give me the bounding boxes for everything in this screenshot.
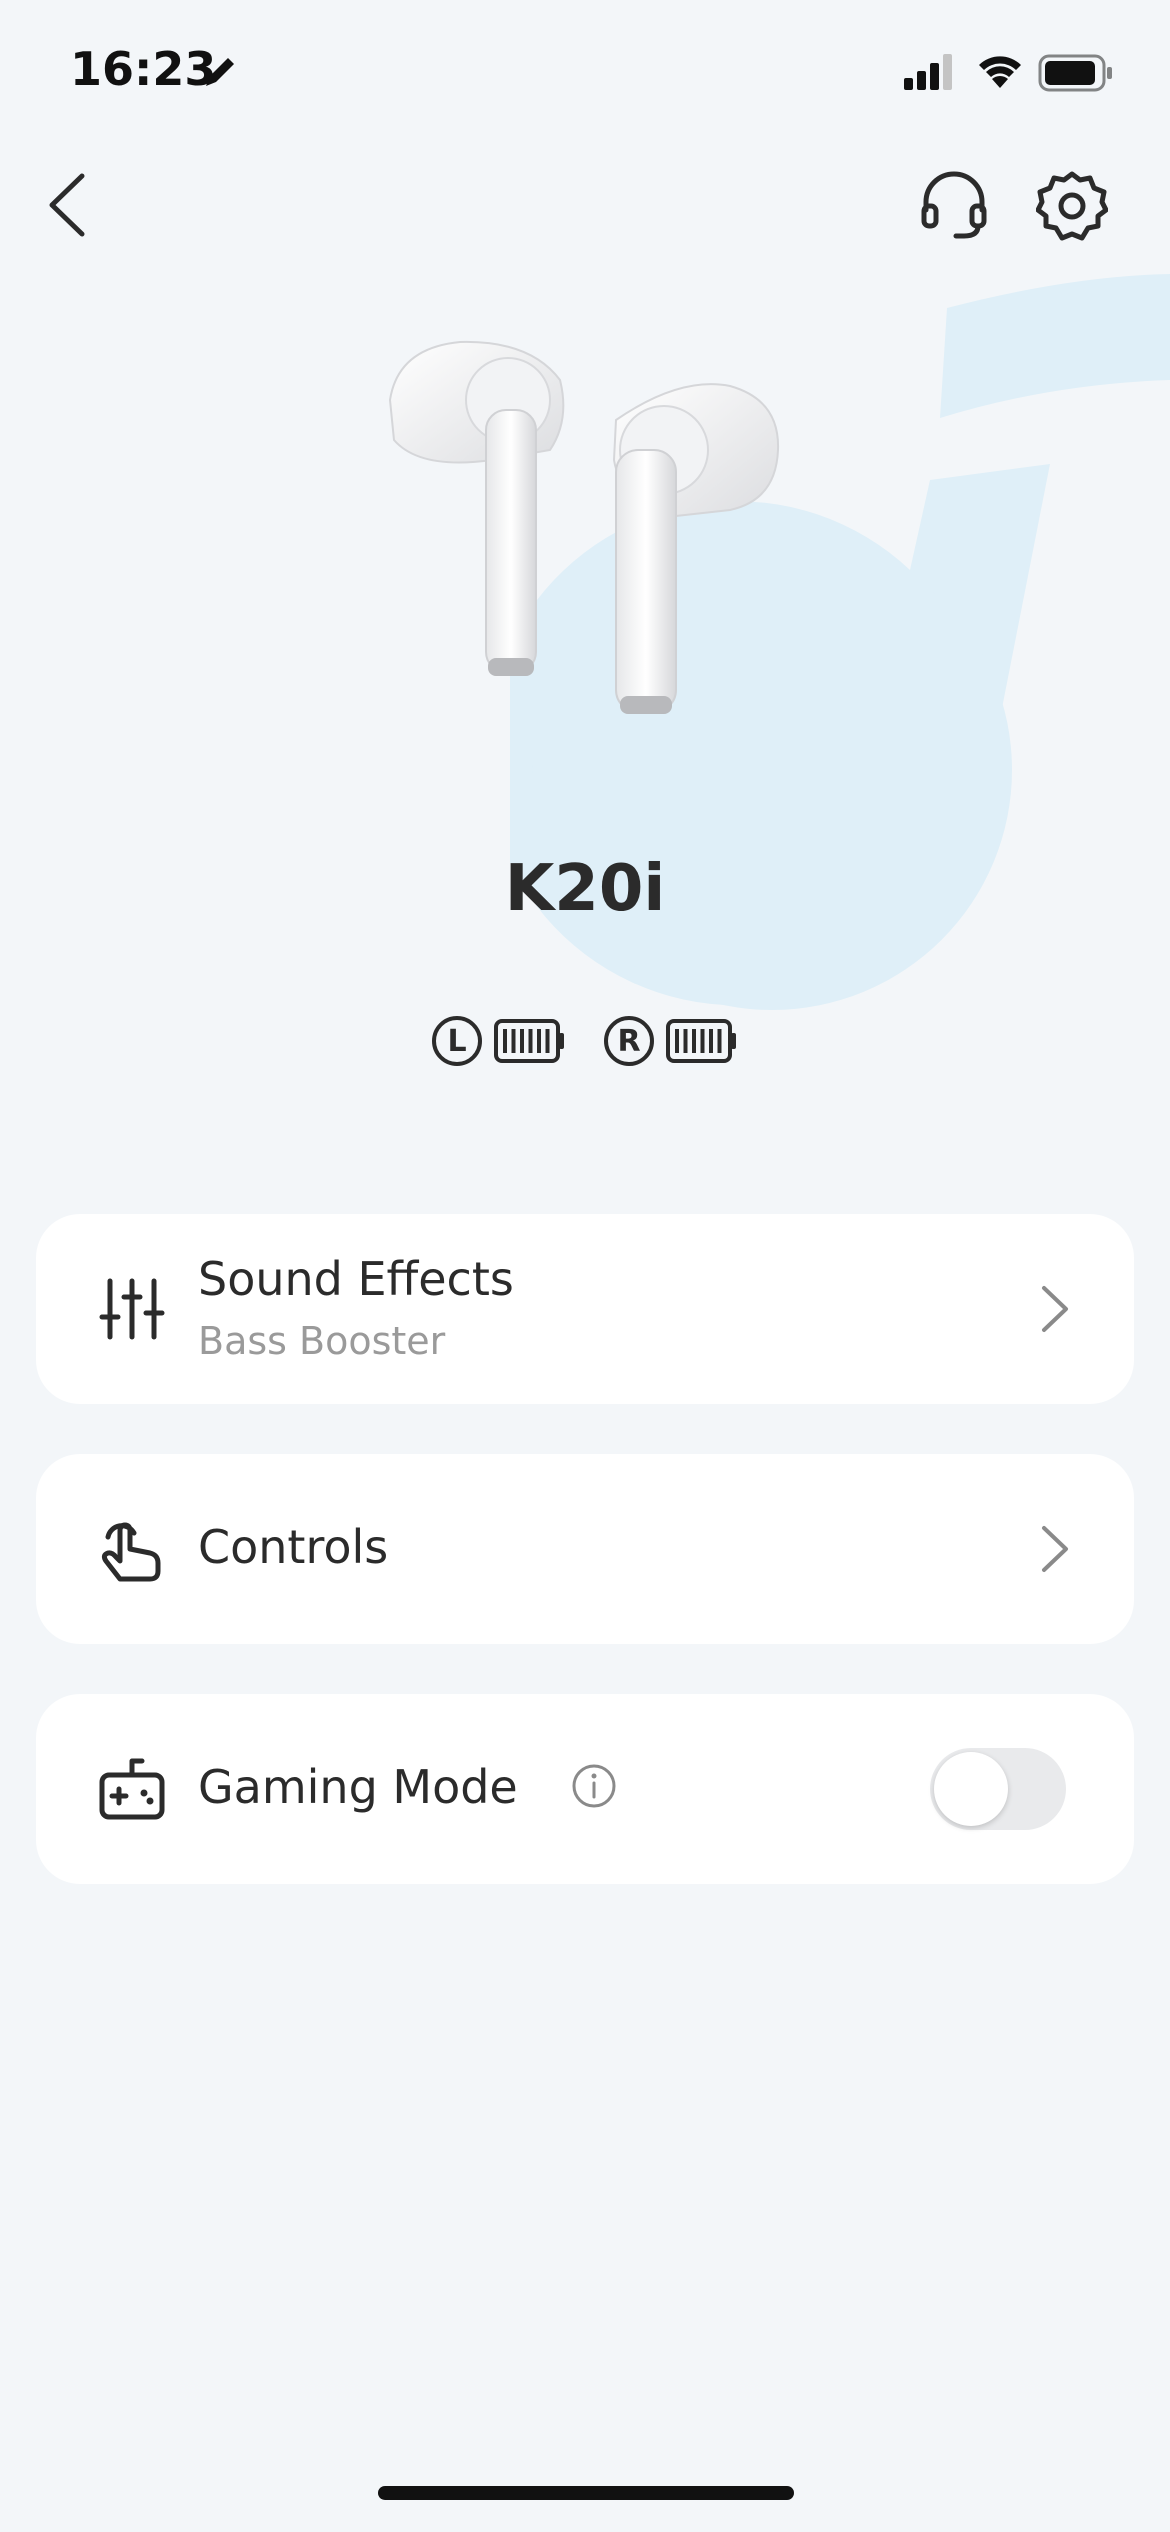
left-bud-label: L	[432, 1016, 482, 1066]
earbuds-image	[388, 340, 780, 714]
pencil-icon	[206, 58, 234, 86]
battery-cell	[675, 1029, 679, 1053]
chevron-right-icon	[1042, 1526, 1068, 1572]
device-name: K20i	[504, 852, 666, 926]
signal-icon	[904, 54, 952, 90]
status-time: 16:23	[70, 42, 217, 96]
battery-cell	[537, 1029, 541, 1053]
status-bar: 16:23	[0, 0, 1170, 140]
battery-cell	[520, 1029, 524, 1053]
sound-effects-card[interactable]: Sound Effects Bass Booster	[36, 1214, 1134, 1404]
battery-cell	[692, 1029, 696, 1053]
battery-icon	[1038, 54, 1112, 92]
right-bud-battery: R	[604, 1016, 738, 1066]
left-bud-battery: L	[432, 1016, 566, 1066]
equalizer-icon	[99, 1278, 165, 1340]
home-indicator[interactable]	[378, 2486, 794, 2500]
right-bud-label: R	[604, 1016, 654, 1066]
settings-button[interactable]	[1036, 170, 1108, 242]
headset-icon	[921, 171, 987, 239]
touch-hand-icon	[101, 1522, 161, 1582]
support-button[interactable]	[918, 170, 990, 242]
right-battery-cells	[675, 1029, 722, 1053]
device-screen: 16:23 K20i L R Sound Effects Bass Booste…	[0, 0, 1170, 2532]
left-battery-icon	[494, 1019, 564, 1063]
controls-title: Controls	[198, 1520, 389, 1574]
chevron-left-icon	[49, 173, 85, 237]
chevron-right-icon	[1042, 1286, 1068, 1332]
battery-cell	[683, 1029, 688, 1053]
gear-icon	[1036, 171, 1108, 241]
sound-effects-title: Sound Effects	[198, 1252, 514, 1306]
battery-cell	[717, 1029, 722, 1053]
gaming-mode-toggle[interactable]	[930, 1748, 1066, 1830]
gaming-mode-card: Gaming Mode	[36, 1694, 1134, 1884]
controls-card[interactable]: Controls	[36, 1454, 1134, 1644]
battery-cell	[709, 1029, 713, 1053]
left-battery-cells	[503, 1029, 550, 1053]
toggle-knob	[934, 1752, 1008, 1826]
back-button[interactable]	[40, 170, 100, 240]
battery-status: L R	[0, 1016, 1170, 1066]
sound-effects-subtitle: Bass Booster	[198, 1319, 446, 1363]
right-battery-icon	[666, 1019, 736, 1063]
wifi-icon	[979, 56, 1021, 88]
battery-cell	[545, 1029, 550, 1053]
gaming-mode-title: Gaming Mode	[198, 1760, 518, 1814]
info-icon[interactable]	[570, 1762, 618, 1810]
gamepad-icon	[99, 1758, 165, 1820]
battery-cell	[528, 1029, 533, 1053]
battery-cell	[511, 1029, 516, 1053]
battery-cell	[503, 1029, 507, 1053]
battery-cell	[700, 1029, 705, 1053]
